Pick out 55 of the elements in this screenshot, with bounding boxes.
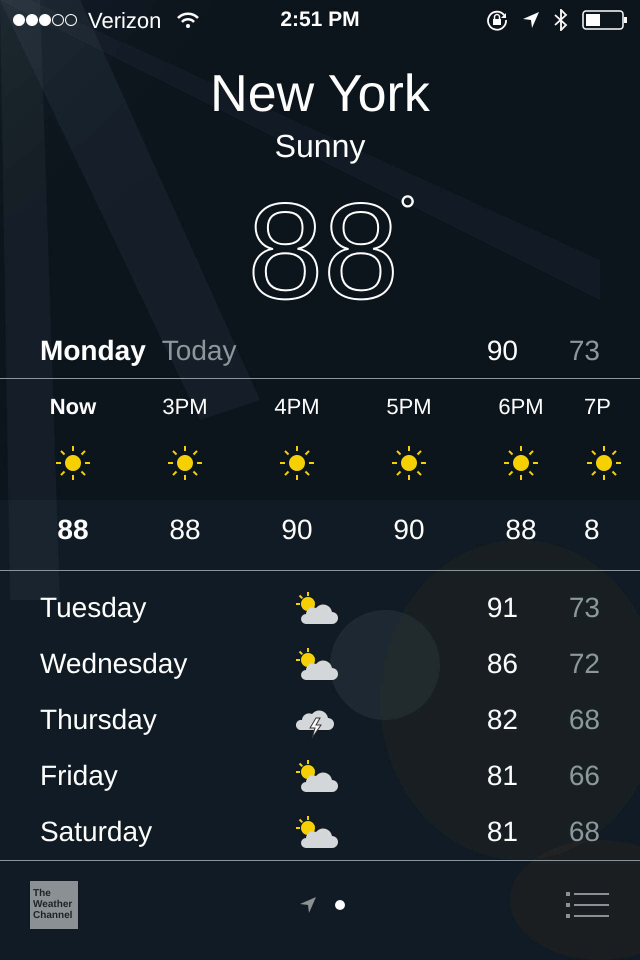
battery-icon bbox=[582, 10, 628, 30]
day-name: Saturday bbox=[40, 815, 154, 849]
hour-label: 5PM bbox=[386, 393, 432, 421]
hour-label: Now bbox=[50, 393, 96, 421]
low-temperature: 72 bbox=[568, 647, 600, 681]
high-temperature: 81 bbox=[486, 759, 518, 793]
bluetooth-icon bbox=[554, 9, 568, 31]
degree-symbol: ° bbox=[398, 190, 416, 234]
day-name: Friday bbox=[40, 759, 119, 793]
day-name: Monday bbox=[40, 334, 146, 368]
sun-icon bbox=[584, 443, 624, 483]
location-page-icon[interactable] bbox=[299, 896, 317, 914]
logo-text: Channel bbox=[33, 910, 74, 921]
hour-temperature: 88 bbox=[57, 513, 89, 547]
rotation-lock-icon bbox=[486, 9, 508, 31]
hour-label: 3PM bbox=[162, 393, 208, 421]
location-arrow-icon bbox=[522, 11, 540, 29]
signal-strength-icon bbox=[12, 13, 80, 27]
sun-icon bbox=[53, 443, 93, 483]
hour-temperature: 88 bbox=[169, 513, 201, 547]
low-temperature: 66 bbox=[568, 759, 600, 793]
low-temperature: 68 bbox=[568, 815, 600, 849]
hour-label: 4PM bbox=[274, 393, 320, 421]
hour-temperature: 8 bbox=[584, 513, 600, 547]
list-icon[interactable] bbox=[566, 892, 610, 918]
day-name: Tuesday bbox=[40, 591, 148, 625]
hour-temperature: 90 bbox=[393, 513, 425, 547]
high-temperature: 91 bbox=[486, 591, 518, 625]
today-label: Today bbox=[162, 334, 236, 368]
high-temperature: 82 bbox=[486, 703, 518, 737]
hour-label: 6PM bbox=[498, 393, 544, 421]
clock-time: 2:51 PM bbox=[280, 7, 360, 34]
hour-temperature: 88 bbox=[505, 513, 537, 547]
weather-channel-logo[interactable]: The Weather Channel bbox=[30, 880, 78, 928]
sun-icon bbox=[389, 443, 429, 483]
low-temperature: 73 bbox=[568, 334, 600, 368]
high-temperature: 81 bbox=[486, 815, 518, 849]
sun-icon bbox=[165, 443, 205, 483]
sun-icon bbox=[501, 443, 541, 483]
logo-text: The bbox=[33, 888, 52, 899]
wifi-icon bbox=[177, 12, 200, 28]
weather-condition: Sunny bbox=[274, 127, 366, 166]
low-temperature: 68 bbox=[568, 703, 600, 737]
hour-label: 7P bbox=[584, 393, 611, 421]
current-temperature: 88 bbox=[248, 186, 399, 316]
hour-temperature: 90 bbox=[281, 513, 313, 547]
day-name: Wednesday bbox=[40, 647, 188, 681]
sun-icon bbox=[277, 443, 317, 483]
city-name: New York bbox=[210, 64, 430, 124]
high-temperature: 90 bbox=[486, 334, 518, 368]
high-temperature: 86 bbox=[486, 647, 518, 681]
low-temperature: 73 bbox=[568, 591, 600, 625]
logo-text: Weather bbox=[33, 899, 74, 910]
day-name: Thursday bbox=[40, 703, 158, 737]
carrier-name: Verizon bbox=[88, 6, 162, 34]
